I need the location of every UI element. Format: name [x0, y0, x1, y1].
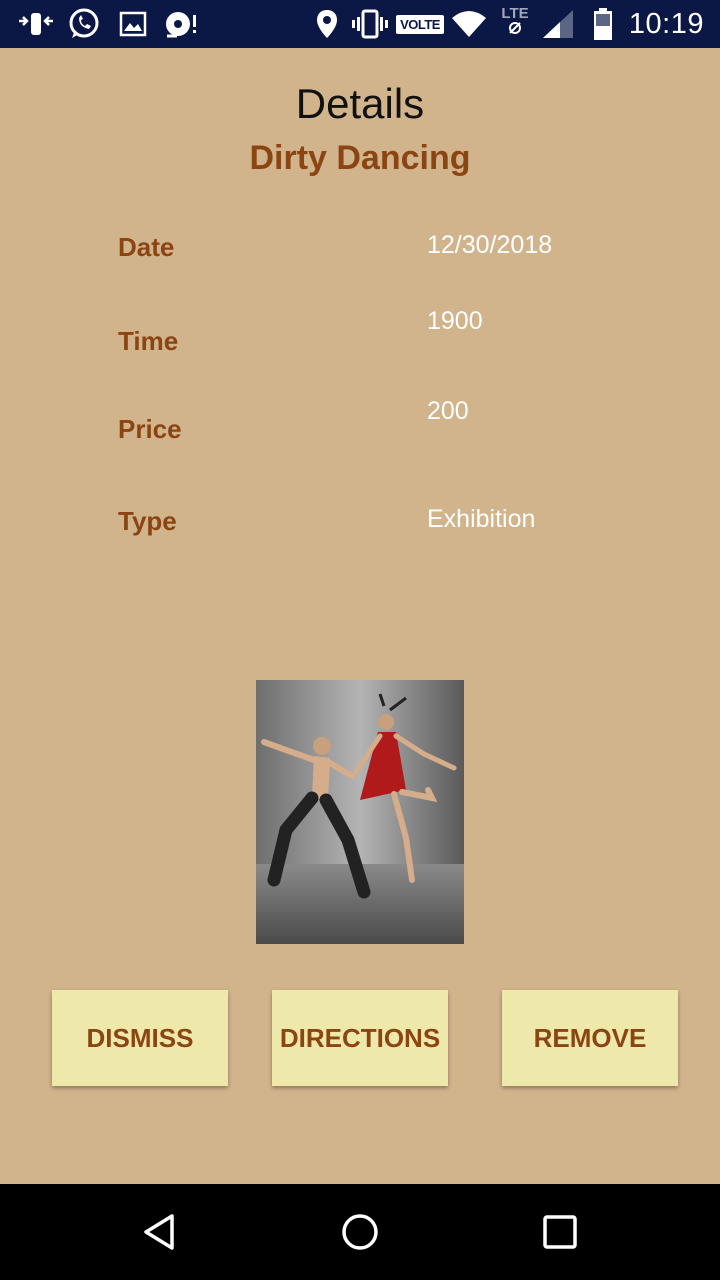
recents-icon[interactable] [500, 1184, 620, 1280]
time-label: Time [118, 326, 179, 356]
home-icon[interactable] [300, 1184, 420, 1280]
type-value: Exhibition [427, 505, 536, 533]
whatsapp-icon [64, 0, 104, 48]
lte-icon: LTE [494, 0, 536, 48]
event-image [256, 680, 464, 944]
back-icon[interactable] [100, 1184, 220, 1280]
page-title: Details [295, 80, 425, 127]
navigation-bar [0, 1184, 720, 1280]
volte-icon: VOLTE [396, 0, 444, 48]
date-value: 12/30/2018 [427, 231, 553, 259]
event-name: Dirty Dancing [249, 139, 471, 177]
battery-icon [590, 0, 616, 48]
price-value: 200 [427, 397, 469, 425]
vibrate-icon [350, 0, 390, 48]
type-label: Type [118, 506, 177, 536]
status-time: 10:19 [628, 8, 704, 40]
date-label: Date [118, 232, 175, 262]
media-icon [162, 0, 200, 48]
status-bar: VOLTE LTE 10:19 [0, 0, 720, 48]
directions-button[interactable]: DIRECTIONS [272, 990, 448, 1086]
time-value: 1900 [427, 307, 483, 335]
signal-icon [540, 0, 576, 48]
remove-button[interactable]: REMOVE [502, 990, 678, 1086]
dismiss-button[interactable]: DISMISS [52, 990, 228, 1086]
location-icon [314, 0, 340, 48]
notification-arrows-icon [16, 0, 56, 48]
wifi-icon [450, 0, 488, 48]
price-label: Price [118, 414, 182, 444]
gallery-icon [116, 0, 150, 48]
